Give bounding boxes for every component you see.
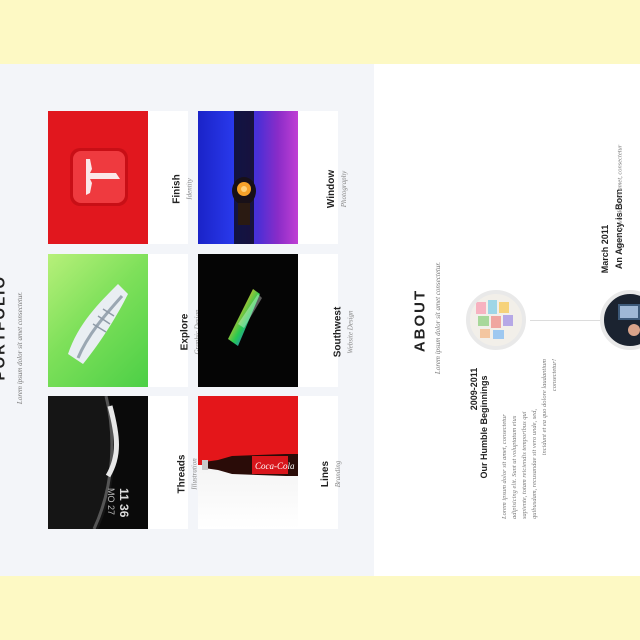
coca-cola-bottle-image: Coca-Cola xyxy=(198,396,298,529)
portfolio-card-southwest[interactable]: Southwest Website Design xyxy=(198,254,354,387)
body-line: quibusdam, recusandae sit vero unde, sed… xyxy=(531,408,538,519)
body-line: consectetur! xyxy=(551,359,558,392)
watch-image: 11 36 MO 27 xyxy=(48,396,148,529)
timeline-body: Lorem ipsum dolor sit amet, consectetur … xyxy=(500,314,560,519)
top-band xyxy=(0,0,640,64)
body-line: sapiente, totam reiciendis temporibus qu… xyxy=(521,411,528,519)
timeline-heading: Our Humble Beginnings xyxy=(479,375,489,479)
perfume-bottle-image xyxy=(198,111,298,244)
svg-text:Coca-Cola: Coca-Cola xyxy=(255,461,295,471)
timeline-image-agency xyxy=(600,290,640,350)
portfolio-subtitle: Lorem ipsum dolor sit amet consectetur. xyxy=(16,291,24,405)
card-category: Photography xyxy=(340,170,349,207)
card-category: Identity xyxy=(185,177,194,200)
portfolio-card-lines[interactable]: Coca-Cola Lines Branding xyxy=(198,396,342,529)
card-title: Lines xyxy=(320,460,332,487)
svg-text:11 36: 11 36 xyxy=(117,488,131,518)
body-line: adipisicing elit. Sunt ut voluptatum eiu… xyxy=(511,415,518,519)
about-title: ABOUT xyxy=(411,288,429,353)
card-title: Explore xyxy=(179,313,191,350)
about-subtitle: Lorem ipsum dolor sit amet consectetur. xyxy=(434,261,442,375)
card-category: Website Design xyxy=(346,309,355,354)
bottom-band xyxy=(0,576,640,640)
card-title: Southwest xyxy=(332,306,344,357)
prism-image xyxy=(198,254,298,387)
svg-text:MO 27: MO 27 xyxy=(106,488,116,515)
portfolio-card-window[interactable]: Window Photography xyxy=(198,111,348,244)
portfolio-title: PORTFOLIO xyxy=(0,275,9,381)
card-title: Finish xyxy=(171,173,183,204)
sneaker-image xyxy=(48,254,148,387)
card-title: Threads xyxy=(176,454,188,493)
timeline-date: 2009-2011 xyxy=(469,367,479,411)
portfolio-card-finish[interactable]: Finish Identity xyxy=(48,111,194,244)
body-line: incidunt et ea quo dolore laudantium xyxy=(541,359,548,456)
card-title: Window xyxy=(326,169,338,208)
card-category: Branding xyxy=(334,460,343,487)
timeline-body: Lorem ipsum dolor sit amet, consectetur xyxy=(616,144,624,250)
portfolio-card-explore[interactable]: Explore Graphic Design xyxy=(48,254,201,387)
timeline-date: March 2011 xyxy=(600,224,610,274)
body-line: Lorem ipsum dolor sit amet, consectetur xyxy=(501,414,508,519)
tesla-logo-image xyxy=(48,111,148,244)
portfolio-card-threads[interactable]: 11 36 MO 27 Threads Illustration xyxy=(48,396,198,529)
page-content: PORTFOLIO Lorem ipsum dolor sit amet con… xyxy=(0,64,640,576)
